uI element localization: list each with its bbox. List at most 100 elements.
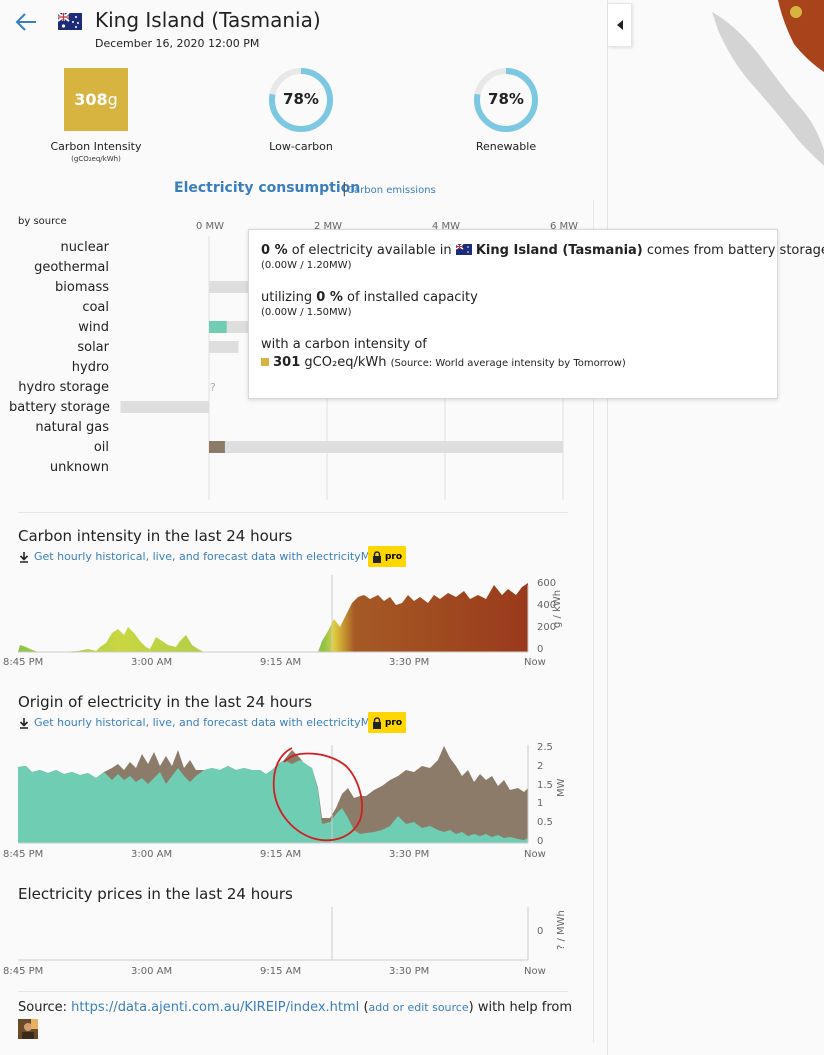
tooltip-l3-value: 301	[273, 355, 301, 370]
x-axis-tick: 3:30 PM	[389, 966, 430, 977]
app-root: King Island (Tasmania) December 16, 2020…	[0, 0, 824, 1055]
carbon-intensity-value: 308	[74, 90, 108, 109]
carbon-intensity-sublabel: (gCO₂eq/kWh)	[71, 155, 121, 163]
x-axis-tick: Now	[524, 849, 546, 860]
map-area[interactable]	[608, 0, 824, 1055]
y-axis-tick: 2	[537, 760, 544, 772]
map-svg	[712, 0, 824, 166]
renewable-circle: 78%	[473, 67, 539, 133]
source-row-label[interactable]: oil	[9, 440, 109, 455]
tooltip-l1-tail: comes from battery storage	[646, 243, 824, 258]
y-axis-tick: 0.5	[537, 817, 553, 829]
tooltip-l3-source: (Source: World average intensity by Tomo…	[390, 358, 626, 369]
source-row-label[interactable]: solar	[9, 340, 109, 355]
ci-history-title: Carbon intensity in the last 24 hours	[18, 527, 293, 545]
tooltip-l3-text: with a carbon intensity of	[261, 337, 427, 352]
y-axis-tick: 200	[537, 622, 557, 633]
close-paren: )	[468, 1000, 474, 1015]
x-axis-tick: 8:45 PM	[3, 849, 44, 860]
x-axis-tick: 3:30 PM	[389, 849, 430, 860]
collapse-panel-button[interactable]	[608, 3, 632, 47]
x-axis-tick: Now	[524, 966, 546, 977]
origin-y-unit: MW	[556, 778, 567, 797]
download-icon	[19, 551, 29, 563]
caret-left-icon	[616, 20, 623, 30]
tab-carbon-emissions[interactable]: Carbon emissions	[347, 185, 436, 196]
x-axis-tick: 3:00 AM	[131, 657, 173, 668]
origin-api-link[interactable]: Get hourly historical, live, and forecas…	[18, 716, 405, 729]
map-marker	[790, 6, 802, 18]
carbon-intensity-unit: g	[107, 90, 118, 109]
x-axis-tick: Now	[524, 657, 546, 668]
tooltip-l2-pct: 0 %	[316, 290, 343, 305]
ci-pro-badge[interactable]: pro	[368, 546, 406, 567]
x-axis-tick: 3:30 PM	[389, 657, 430, 668]
production-bar[interactable]	[209, 321, 227, 333]
divider	[18, 991, 568, 992]
carbon-intensity-square: 308 g	[64, 68, 128, 131]
tab-electricity-consumption[interactable]: Electricity consumption	[174, 180, 360, 196]
source-row-label[interactable]: nuclear	[9, 240, 109, 255]
contributor-avatar[interactable]	[18, 1019, 38, 1039]
renewable-value: 78%	[488, 90, 524, 108]
source-row-label[interactable]: natural gas	[9, 420, 109, 435]
y-axis-tick: 2.5	[537, 742, 553, 753]
tooltip-l1-text: of electricity available in	[291, 243, 452, 258]
carbon-intensity-label: Carbon Intensity	[50, 140, 142, 153]
source-row-label[interactable]: coal	[9, 300, 109, 315]
y-axis-tick: 1	[537, 798, 544, 810]
production-bar[interactable]	[209, 441, 225, 453]
ci-area	[18, 583, 528, 652]
origin-api-link-text[interactable]: Get hourly historical, live, and forecas…	[34, 716, 405, 729]
tooltip-l1-sub: (0.00W / 1.20MW)	[261, 260, 352, 271]
capacity-bar[interactable]	[209, 441, 563, 453]
x-axis-tick: 9:15 AM	[260, 966, 302, 977]
back-button[interactable]	[12, 10, 40, 34]
renewable-label: Renewable	[475, 140, 537, 153]
tooltip-l2-tail: of installed capacity	[347, 290, 478, 305]
low-carbon-label: Low-carbon	[269, 140, 333, 153]
source-prefix: Source:	[18, 1000, 68, 1015]
left-panel: King Island (Tasmania) December 16, 2020…	[0, 0, 608, 1055]
source-row-label[interactable]: geothermal	[9, 260, 109, 275]
tooltip-l1-pct: 0 %	[261, 243, 288, 258]
origin-history-chart	[18, 745, 529, 844]
edit-source-link[interactable]: add or edit source	[369, 1001, 469, 1014]
origin-pro-badge[interactable]: pro	[368, 712, 406, 733]
x-axis-tick: 8:45 PM	[3, 657, 44, 668]
y-axis-tick: 1.5	[537, 779, 553, 791]
source-tooltip: 0 % of electricity available in King Isl…	[248, 229, 824, 399]
price-y-tick: 0	[537, 926, 544, 937]
source-row-label[interactable]: hydro	[9, 360, 109, 375]
source-row-label[interactable]: battery storage	[9, 400, 110, 415]
tab-separator: |	[342, 181, 347, 197]
tooltip-l2-sub: (0.00W / 1.50MW)	[261, 307, 352, 318]
x-axis-tick: 3:00 AM	[131, 849, 173, 860]
origin-history-title: Origin of electricity in the last 24 hou…	[18, 693, 313, 711]
y-axis-tick: 0	[537, 836, 544, 847]
capacity-bar[interactable]	[209, 281, 251, 293]
low-carbon-value: 78%	[283, 90, 319, 108]
y-axis-tick: 400	[537, 600, 557, 611]
capacity-bar[interactable]	[209, 341, 239, 353]
ci-pro-label: pro	[384, 551, 403, 562]
price-history-title: Electricity prices in the last 24 hours	[18, 885, 293, 903]
ci-api-link-text[interactable]: Get hourly historical, live, and forecas…	[34, 550, 405, 563]
lock-icon	[372, 716, 381, 729]
ci-color-swatch	[261, 358, 269, 366]
y-axis-tick: 600	[537, 578, 557, 589]
capacity-bar[interactable]	[120, 401, 210, 413]
divider	[18, 512, 568, 513]
hydro-storage-unknown-mark: ?	[210, 381, 216, 394]
source-url-link[interactable]: https://data.ajenti.com.au/KIREIP/index.…	[71, 1000, 359, 1015]
source-row-label[interactable]: unknown	[9, 460, 109, 475]
source-row-label[interactable]: wind	[9, 320, 109, 335]
tooltip-l3-unit: gCO₂eq/kWh	[304, 355, 387, 370]
source-row-label[interactable]: biomass	[9, 280, 109, 295]
y-axis-tick: 0	[537, 644, 544, 655]
x-axis-tick: 8:45 PM	[3, 966, 44, 977]
ci-api-link[interactable]: Get hourly historical, live, and forecas…	[18, 550, 405, 563]
source-row-label[interactable]: hydro storage	[9, 380, 109, 395]
zone-datetime: December 16, 2020 12:00 PM	[95, 37, 260, 50]
zone-name: King Island (Tasmania)	[95, 8, 321, 32]
